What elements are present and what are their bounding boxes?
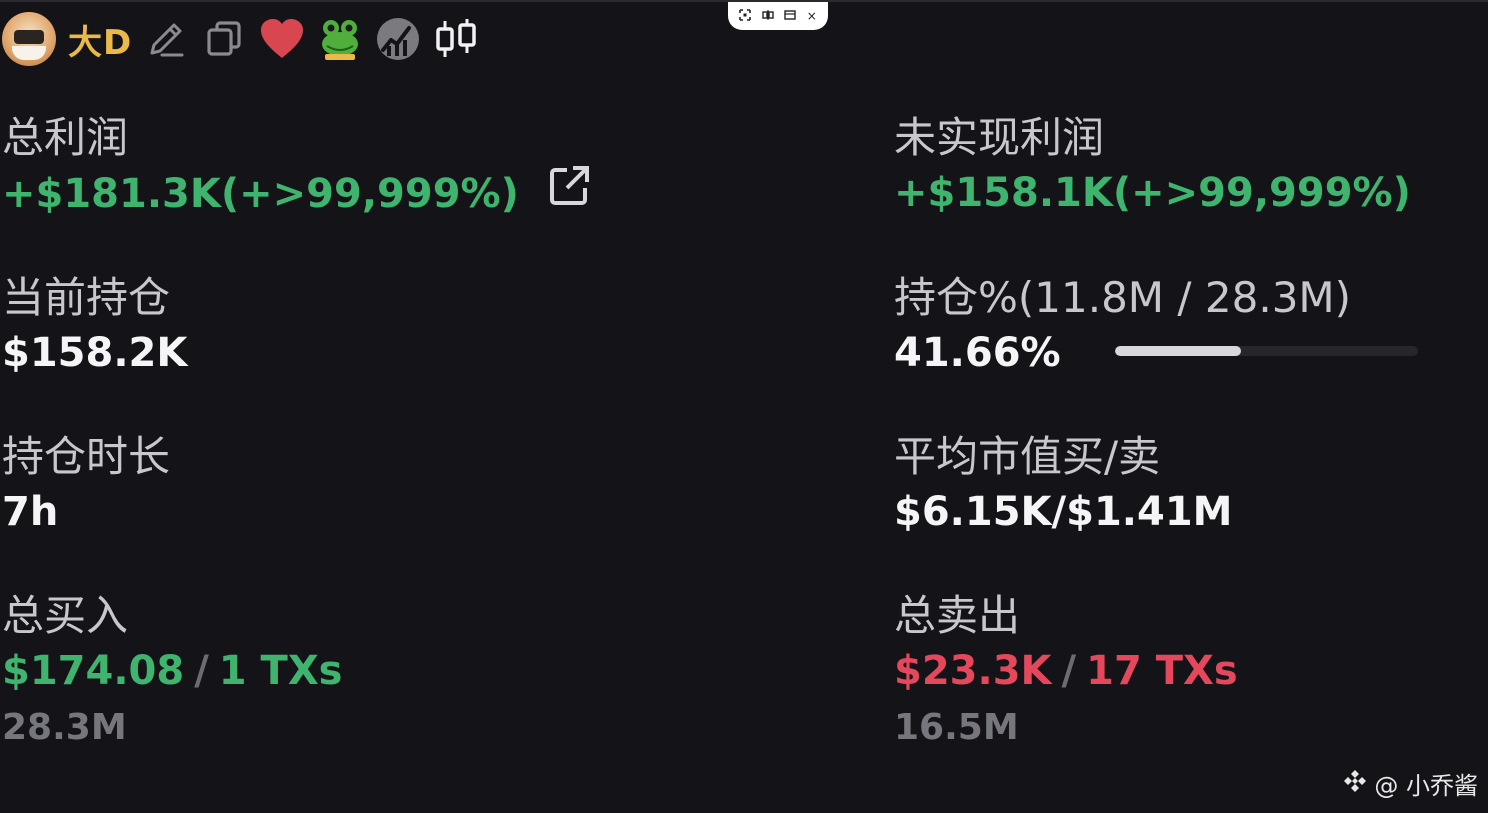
hold-duration-value: 7h: [2, 489, 59, 535]
watermark-text: @ 小乔酱: [1374, 772, 1478, 800]
total-buy-row: $174.08/1 TXs: [2, 646, 343, 696]
stat-hold-duration: 持仓时长 7h: [2, 433, 170, 537]
current-position-label: 当前持仓: [2, 273, 171, 322]
position-pct-label: 持仓%(11.8M / 28.3M): [894, 273, 1352, 322]
edit-icon[interactable]: [142, 15, 190, 63]
heart-icon[interactable]: [258, 15, 306, 63]
position-pct-row: 41.66%: [894, 328, 1418, 378]
total-buy-tokens: 28.3M: [2, 707, 127, 748]
stat-total-sell: 总卖出 $23.3K/17 TXs 16.5M: [894, 592, 1238, 750]
copy-icon[interactable]: [200, 15, 248, 63]
total-sell-txs[interactable]: 17 TXs: [1086, 648, 1238, 694]
total-sell-separator: /: [1061, 648, 1077, 694]
unrealized-profit-value: +$158.1K(+>99,999%): [894, 170, 1411, 216]
stat-position-pct: 持仓%(11.8M / 28.3M) 41.66%: [894, 274, 1418, 378]
total-buy-separator: /: [194, 648, 209, 694]
total-profit-label: 总利润: [2, 113, 129, 162]
total-buy-txs[interactable]: 1 TXs: [219, 648, 343, 694]
stat-current-position: 当前持仓 $158.2K: [2, 274, 187, 378]
total-profit-amount: +$181.3K(+>99,999%): [2, 171, 519, 217]
stat-total-buy: 总买入 $174.08/1 TXs 28.3M: [2, 592, 343, 750]
header: 大D: [0, 6, 480, 72]
frog-icon[interactable]: [316, 15, 364, 63]
chart-logo-icon[interactable]: [374, 15, 422, 63]
total-sell-amount: $23.3K: [894, 648, 1052, 694]
total-profit-value: +$181.3K(+>99,999%): [2, 166, 591, 224]
unrealized-profit-label: 未实现利润: [894, 113, 1105, 162]
position-progress-bar: [1114, 346, 1418, 356]
close-icon[interactable]: ×: [807, 10, 817, 22]
total-buy-label: 总买入: [2, 591, 129, 640]
avg-mcap-label: 平均市值买/卖: [894, 432, 1161, 481]
stat-unrealized-profit: 未实现利润 +$158.1K(+>99,999%): [894, 114, 1411, 218]
watermark: @ 小乔酱: [1342, 766, 1478, 801]
current-position-value: $158.2K: [2, 330, 188, 376]
binance-logo-icon: [1342, 768, 1368, 800]
position-progress-fill: [1114, 346, 1241, 356]
stat-total-profit: 总利润 +$181.3K(+>99,999%): [2, 114, 591, 224]
stat-avg-mcap: 平均市值买/卖 $6.15K/$1.41M: [894, 433, 1232, 537]
total-sell-label: 总卖出: [894, 591, 1021, 640]
hold-duration-label: 持仓时长: [2, 432, 171, 481]
window-icon[interactable]: [784, 9, 796, 23]
token-holder-panel: × 大D 总利润 +$181.3K(+>99,999%) 未实现利润 +$158…: [0, 0, 1488, 813]
external-link-icon[interactable]: [547, 164, 591, 220]
floating-toolbar: ×: [728, 2, 828, 30]
split-icon[interactable]: [762, 9, 774, 23]
position-pct-value: 41.66%: [894, 330, 1061, 376]
candlestick-icon[interactable]: [432, 15, 480, 63]
avg-mcap-value: $6.15K/$1.41M: [894, 489, 1233, 535]
username[interactable]: 大D: [68, 15, 132, 64]
avatar[interactable]: [2, 12, 56, 66]
expand-icon[interactable]: [739, 9, 752, 23]
total-sell-row: $23.3K/17 TXs: [894, 646, 1238, 696]
total-sell-tokens: 16.5M: [894, 707, 1019, 748]
total-buy-amount: $174.08: [2, 648, 185, 694]
